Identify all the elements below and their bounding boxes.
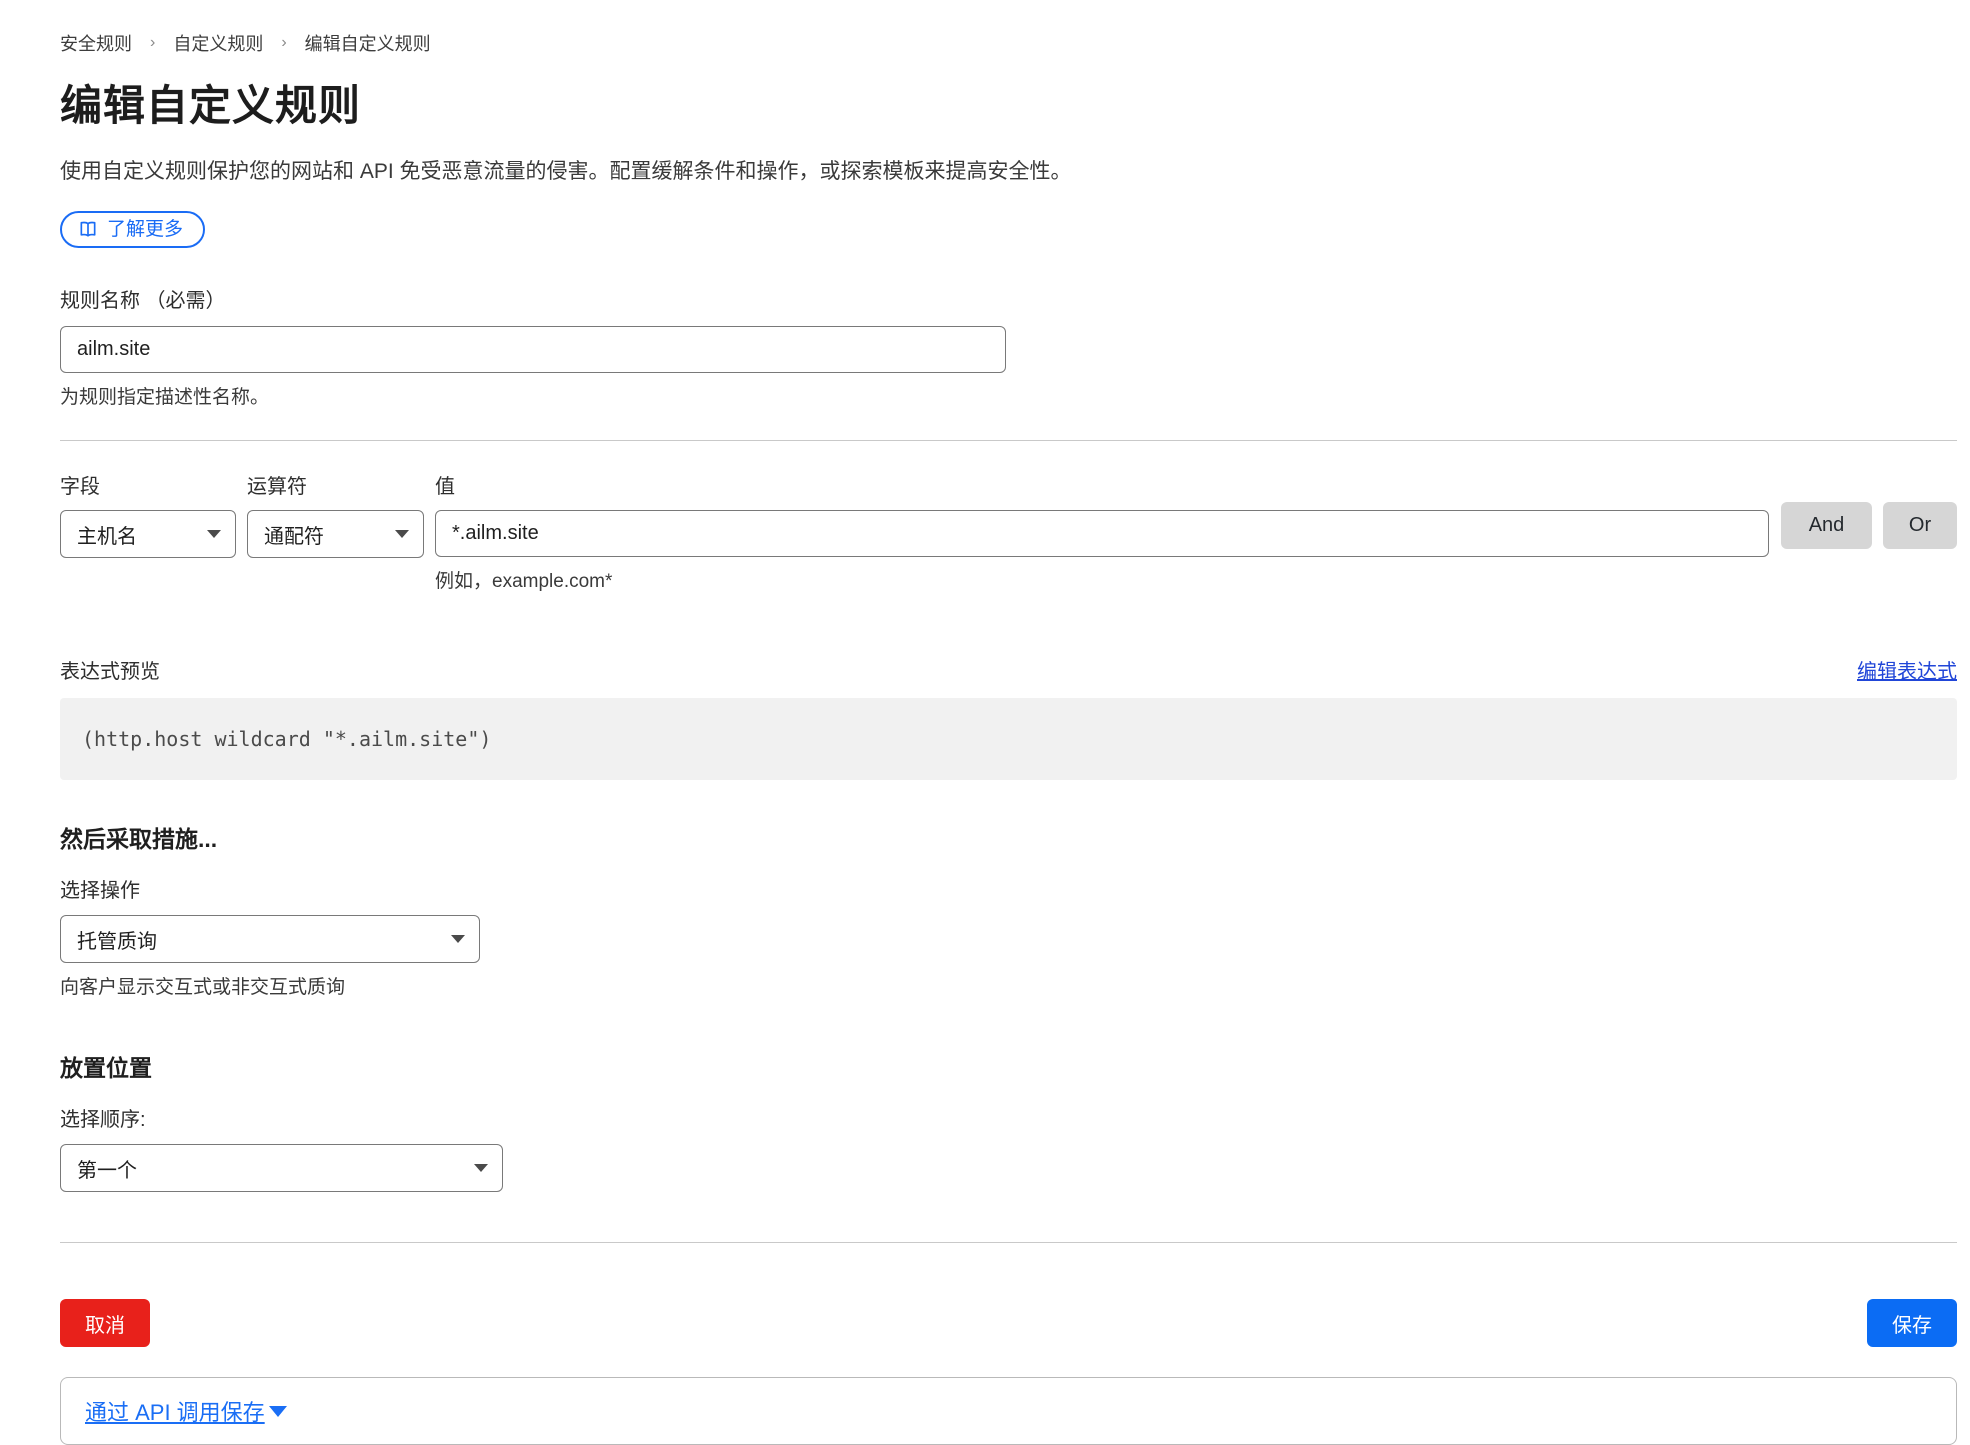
placement-heading: 放置位置 <box>60 1049 1957 1083</box>
edit-custom-rule-page: 安全规则 › 自定义规则 › 编辑自定义规则 编辑自定义规则 使用自定义规则保护… <box>60 0 1957 1445</box>
operator-select[interactable]: 通配符 <box>247 510 424 558</box>
value-helper: 例如，example.com* <box>435 566 1769 593</box>
footer-actions: 取消 保存 <box>60 1299 1957 1347</box>
breadcrumb-current: 编辑自定义规则 <box>305 30 431 56</box>
page-description: 使用自定义规则保护您的网站和 API 免受恶意流量的侵害。配置缓解条件和操作，或… <box>60 155 1957 185</box>
page-title: 编辑自定义规则 <box>60 72 1957 133</box>
rule-name-input[interactable] <box>60 326 1006 373</box>
open-book-icon <box>78 219 98 239</box>
field-select-value: 主机名 <box>77 520 137 549</box>
rule-name-label: 规则名称 （必需） <box>60 284 1957 313</box>
action-select-label: 选择操作 <box>60 874 1957 903</box>
learn-more-button[interactable]: 了解更多 <box>60 211 205 248</box>
placement-select-label: 选择顺序: <box>60 1103 1957 1132</box>
cancel-button[interactable]: 取消 <box>60 1299 150 1347</box>
expression-preview-label: 表达式预览 <box>60 655 160 684</box>
field-column: 字段 主机名 <box>60 470 236 593</box>
chevron-down-icon <box>207 530 221 538</box>
rule-name-group: 规则名称 （必需） 为规则指定描述性名称。 <box>60 284 1957 409</box>
action-select-value: 托管质询 <box>77 925 157 954</box>
action-helper: 向客户显示交互式或非交互式质询 <box>60 972 1957 999</box>
placement-select-value: 第一个 <box>77 1154 137 1183</box>
operator-label: 运算符 <box>247 470 424 499</box>
value-label: 值 <box>435 470 1769 499</box>
expression-preview: (http.host wildcard "*.ailm.site") <box>60 698 1957 780</box>
condition-row: 字段 主机名 运算符 通配符 值 例如，example.com* And Or <box>60 470 1957 593</box>
value-column: 值 例如，example.com* <box>435 470 1769 593</box>
expression-header: 表达式预览 编辑表达式 <box>60 655 1957 684</box>
expression-code: (http.host wildcard "*.ailm.site") <box>82 727 491 751</box>
edit-expression-link[interactable]: 编辑表达式 <box>1857 655 1957 684</box>
chevron-down-icon <box>395 530 409 538</box>
breadcrumb: 安全规则 › 自定义规则 › 编辑自定义规则 <box>60 30 1957 56</box>
api-save-box: 通过 API 调用保存 <box>60 1377 1957 1445</box>
field-select[interactable]: 主机名 <box>60 510 236 558</box>
section-divider <box>60 440 1957 441</box>
chevron-down-icon <box>474 1164 488 1172</box>
logic-buttons: And Or <box>1781 470 1957 593</box>
operator-select-value: 通配符 <box>264 520 324 549</box>
breadcrumb-custom-rules[interactable]: 自定义规则 <box>173 30 263 56</box>
operator-column: 运算符 通配符 <box>247 470 424 593</box>
learn-more-label: 了解更多 <box>107 220 183 239</box>
api-save-link[interactable]: 通过 API 调用保存 <box>85 1395 287 1427</box>
footer-divider <box>60 1242 1957 1243</box>
placement-section: 放置位置 选择顺序: 第一个 <box>60 1049 1957 1192</box>
and-button[interactable]: And <box>1781 502 1872 549</box>
action-heading: 然后采取措施... <box>60 820 1957 854</box>
caret-down-icon <box>269 1406 287 1417</box>
or-button[interactable]: Or <box>1883 502 1957 549</box>
rule-name-helper: 为规则指定描述性名称。 <box>60 382 1957 409</box>
breadcrumb-security-rules[interactable]: 安全规则 <box>60 30 132 56</box>
field-label: 字段 <box>60 470 236 499</box>
action-section: 然后采取措施... 选择操作 托管质询 向客户显示交互式或非交互式质询 <box>60 820 1957 999</box>
action-select[interactable]: 托管质询 <box>60 915 480 963</box>
save-button[interactable]: 保存 <box>1867 1299 1957 1347</box>
value-input[interactable] <box>435 510 1769 557</box>
api-save-label: 通过 API 调用保存 <box>85 1395 265 1427</box>
breadcrumb-separator-icon: › <box>281 34 286 52</box>
chevron-down-icon <box>451 935 465 943</box>
placement-select[interactable]: 第一个 <box>60 1144 503 1192</box>
breadcrumb-separator-icon: › <box>150 34 155 52</box>
